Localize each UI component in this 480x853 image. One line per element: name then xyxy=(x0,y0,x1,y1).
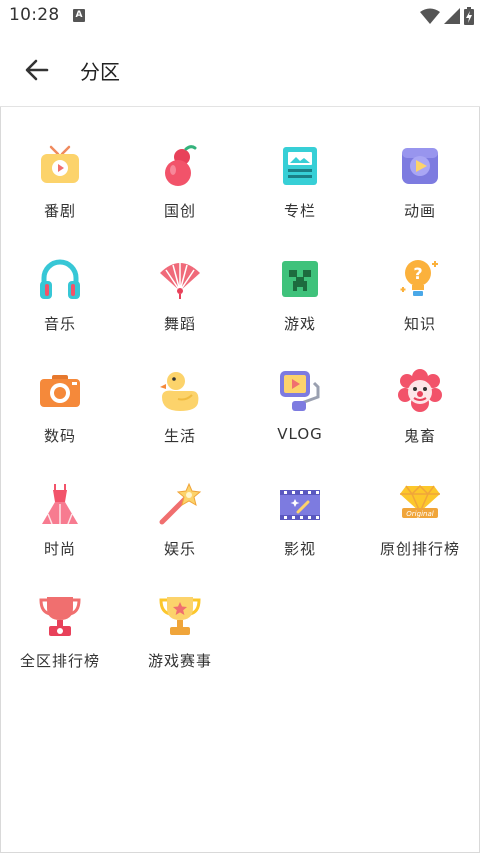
category-vlog[interactable]: VLOG xyxy=(240,365,360,478)
lightbulb-question-icon: ? xyxy=(398,257,442,301)
category-grid: 番剧 国创 专栏 动画 音乐 舞蹈 游戏 ? 知识 数码 生活 VLOG 鬼畜 … xyxy=(0,140,480,703)
category-label: 游戏 xyxy=(283,314,316,333)
battery-charging-icon xyxy=(464,7,474,25)
category-label: 影视 xyxy=(283,539,316,558)
fan-icon xyxy=(158,257,202,301)
signal-icon xyxy=(444,8,460,24)
category-shuma[interactable]: 数码 xyxy=(0,365,120,478)
category-zhishi[interactable]: ? 知识 xyxy=(360,253,480,366)
category-label: 动画 xyxy=(403,202,436,220)
arrow-left-icon xyxy=(25,59,49,81)
vlog-camera-icon xyxy=(278,369,322,413)
svg-text:Original: Original xyxy=(406,510,433,518)
category-yuanchuang-ranking[interactable]: Original 原创排行榜 xyxy=(360,478,480,591)
category-label: 知识 xyxy=(403,314,436,333)
category-quanqu-ranking[interactable]: 全区排行榜 xyxy=(0,590,120,703)
film-icon xyxy=(278,482,322,526)
duck-icon xyxy=(158,369,202,413)
category-label: 番剧 xyxy=(43,202,76,220)
category-label: 音乐 xyxy=(43,314,76,333)
creeper-icon xyxy=(278,257,322,301)
category-zhuanlan[interactable]: 专栏 xyxy=(240,140,360,253)
category-label: 鬼畜 xyxy=(403,427,436,445)
gold-trophy-icon xyxy=(158,594,202,638)
gourd-icon xyxy=(158,144,202,188)
category-label: 舞蹈 xyxy=(163,314,196,333)
category-label: 生活 xyxy=(163,427,196,445)
svg-text:?: ? xyxy=(413,264,422,283)
red-trophy-icon xyxy=(38,594,82,638)
category-yinyue[interactable]: 音乐 xyxy=(0,253,120,366)
category-label: 全区排行榜 xyxy=(19,652,100,670)
category-shenghuo[interactable]: 生活 xyxy=(120,365,240,478)
clown-icon xyxy=(398,369,442,413)
app-bar: 分区 xyxy=(0,32,480,107)
category-guochuang[interactable]: 国创 xyxy=(120,140,240,253)
category-wudao[interactable]: 舞蹈 xyxy=(120,253,240,366)
category-yule[interactable]: 娱乐 xyxy=(120,478,240,591)
category-guichu[interactable]: 鬼畜 xyxy=(360,365,480,478)
camera-icon xyxy=(38,369,82,413)
status-bar: 10:28 A xyxy=(0,0,480,32)
magic-wand-icon xyxy=(158,482,202,526)
animation-play-icon xyxy=(398,144,442,188)
page-title: 分区 xyxy=(80,60,120,84)
category-label: 国创 xyxy=(163,202,196,220)
category-youxi[interactable]: 游戏 xyxy=(240,253,360,366)
category-label: VLOG xyxy=(277,425,323,443)
category-label: 娱乐 xyxy=(163,539,196,558)
dress-icon xyxy=(38,482,82,526)
status-icons xyxy=(420,6,474,26)
original-badge-icon: Original xyxy=(398,482,442,526)
category-label: 原创排行榜 xyxy=(379,539,460,558)
category-label: 游戏赛事 xyxy=(147,652,212,670)
category-youxi-saishi[interactable]: 游戏赛事 xyxy=(120,590,240,703)
tv-icon xyxy=(38,144,82,188)
category-fanju[interactable]: 番剧 xyxy=(0,140,120,253)
wifi-icon xyxy=(420,8,440,24)
category-label: 数码 xyxy=(43,427,76,445)
article-icon xyxy=(278,144,322,188)
category-shishang[interactable]: 时尚 xyxy=(0,478,120,591)
a-icon: A xyxy=(73,9,85,22)
headphones-icon xyxy=(38,257,82,301)
category-donghua[interactable]: 动画 xyxy=(360,140,480,253)
category-label: 专栏 xyxy=(283,202,316,220)
back-button[interactable] xyxy=(18,52,56,88)
category-yingshi[interactable]: 影视 xyxy=(240,478,360,591)
status-time: 10:28 xyxy=(9,5,60,25)
category-label: 时尚 xyxy=(43,539,76,558)
